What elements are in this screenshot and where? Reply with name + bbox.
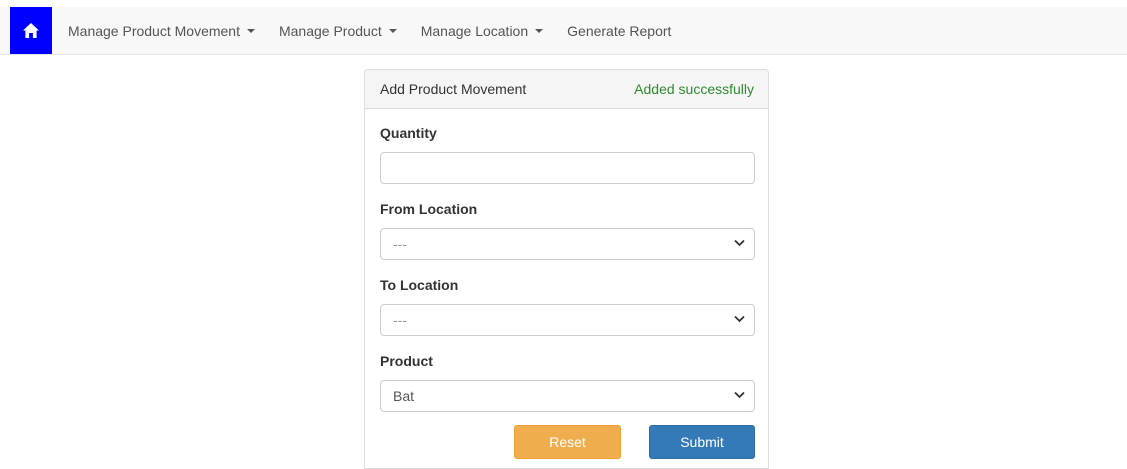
nav-generate-report[interactable]: Generate Report bbox=[567, 23, 671, 39]
caret-down-icon bbox=[535, 28, 544, 33]
add-product-movement-panel: Add Product Movement Added successfully … bbox=[364, 69, 769, 469]
quantity-input[interactable] bbox=[380, 152, 755, 184]
home-icon bbox=[23, 23, 39, 38]
from-location-select-wrapper: --- bbox=[380, 228, 755, 260]
product-select[interactable]: Bat bbox=[380, 380, 755, 412]
nav-manage-product[interactable]: Manage Product bbox=[279, 23, 397, 39]
product-select-wrapper: Bat bbox=[380, 380, 755, 412]
to-location-select-wrapper: --- bbox=[380, 304, 755, 336]
caret-down-icon bbox=[246, 28, 255, 33]
panel-title: Add Product Movement bbox=[380, 81, 527, 97]
caret-down-icon bbox=[388, 28, 397, 33]
from-location-select[interactable]: --- bbox=[380, 228, 755, 260]
form-actions: Reset Submit bbox=[380, 412, 755, 462]
product-label: Product bbox=[380, 353, 433, 369]
success-message: Added successfully bbox=[634, 81, 754, 97]
to-location-label: To Location bbox=[380, 277, 459, 293]
nav-manage-product-movement[interactable]: Manage Product Movement bbox=[68, 23, 255, 39]
nav-manage-location[interactable]: Manage Location bbox=[420, 22, 544, 39]
panel-heading: Add Product Movement Added successfully bbox=[365, 70, 768, 109]
submit-button[interactable]: Submit bbox=[649, 425, 755, 459]
panel-body: Quantity From Location --- To Location -… bbox=[365, 126, 768, 462]
nav-item-label: Manage Product bbox=[278, 22, 382, 39]
nav-item-label: Generate Report bbox=[567, 22, 672, 39]
nav-item-label: Manage Location bbox=[420, 22, 529, 39]
to-location-select[interactable]: --- bbox=[380, 304, 755, 336]
nav-menu: Manage Product Movement Manage Product M… bbox=[68, 7, 695, 54]
top-navbar: Manage Product Movement Manage Product M… bbox=[0, 7, 1127, 55]
home-button[interactable] bbox=[10, 7, 52, 54]
from-location-label: From Location bbox=[380, 201, 478, 217]
quantity-label: Quantity bbox=[380, 125, 437, 141]
reset-button[interactable]: Reset bbox=[514, 425, 621, 459]
nav-item-label: Manage Product Movement bbox=[68, 22, 240, 39]
